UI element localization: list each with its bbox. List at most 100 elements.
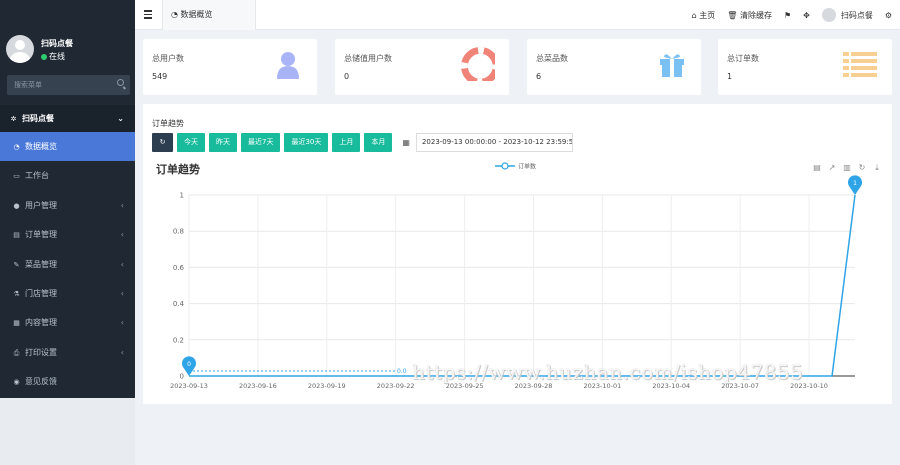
order-trend-panel: 订单趋势 ↻ 今天 昨天 最近7天 最近30天 上月 本月 ▦ 2023-09-… [143, 104, 892, 404]
home-label: 主页 [699, 10, 716, 20]
min-marker-label: 0 [187, 361, 191, 368]
home-icon: ⌂ [691, 10, 697, 20]
x-tick-label: 2023-09-22 [377, 382, 415, 390]
legend-label: 订单数 [518, 163, 536, 171]
sidebar-item-orders[interactable]: ▤ 订单管理 ‹ [0, 220, 135, 249]
tab-dashboard[interactable]: ◔ 数据概览 [162, 0, 256, 30]
sidebar-item-print[interactable]: ⎙ 打印设置 ‹ [0, 338, 135, 367]
sidebar-item-feedback[interactable]: ◉ 意见反馈 [0, 367, 135, 396]
x-tick-label: 2023-09-19 [308, 382, 346, 390]
stat-card-orders: 总订单数 1 [718, 39, 892, 95]
chevron-left-icon: ‹ [120, 288, 124, 298]
chevron-left-icon: ‹ [120, 200, 124, 210]
chevron-left-icon: ‹ [120, 318, 124, 328]
sidebar-item-label: 打印设置 [25, 347, 57, 357]
y-tick-label: 0.8 [173, 228, 184, 236]
top-navbar: ◔ 数据概览 ⌂ 主页 🗑 清除缓存 ⚑ ✥ 扫码点餐 ⚙ [135, 0, 900, 30]
sidebar-item-label: 门店管理 [25, 288, 57, 298]
user-name: 扫码点餐 [41, 39, 73, 48]
card-value: 549 [152, 72, 168, 81]
lifebuoy-icon [461, 47, 495, 81]
y-tick-label: 0.6 [173, 264, 185, 272]
sidebar-item-dishes[interactable]: ✎ 菜品管理 ‹ [0, 250, 135, 279]
user-panel: 扫码点餐 在线 [0, 0, 135, 70]
print-icon: ⎙ [13, 348, 20, 357]
card-value: 6 [536, 72, 542, 81]
sidebar-item-dashboard[interactable]: ◔ 数据概览 [0, 132, 135, 162]
avatar [821, 8, 836, 22]
order-trend-chart: 订单数10.80.60.40.202023-09-13 2023-09-16 202… [170, 162, 862, 390]
card-value: 1 [727, 72, 733, 81]
y-tick-label: 0.4 [173, 300, 185, 308]
gears-icon: ⚙ [884, 10, 892, 20]
series-line-orders [189, 194, 856, 377]
gift-icon [660, 54, 684, 77]
legend-marker [501, 162, 509, 170]
chevron-left-icon: ‹ [120, 259, 124, 269]
sidebar-footer [0, 398, 135, 465]
top-actions: ⌂ 主页 🗑 清除缓存 ⚑ ✥ 扫码点餐 ⚙ [680, 0, 892, 30]
dashboard-icon: ◔ [171, 10, 181, 19]
sidebar-item-label: 订单管理 [25, 230, 57, 240]
card-value: 0 [344, 72, 350, 81]
user-menu[interactable]: 扫码点餐 [821, 8, 873, 22]
language-icon: ⚑ [783, 10, 792, 20]
sidebar-item-label: 菜品管理 [25, 259, 57, 269]
status-dot-icon [41, 53, 47, 60]
sidebar-item-label: 数据概览 [25, 142, 57, 151]
sidebar-section-header[interactable]: ✲ 扫码点餐 ⌄ [0, 105, 135, 132]
home-link[interactable]: ⌂ 主页 [692, 10, 716, 21]
card-title: 总菜品数 [536, 54, 568, 63]
card-title: 总用户数 [152, 54, 184, 63]
language-button[interactable]: ⚑ [784, 11, 791, 20]
flask-icon: ⚗ [13, 289, 20, 298]
card-title: 总订单数 [727, 54, 759, 63]
sidebar-section-label: 扫码点餐 [22, 114, 54, 123]
x-tick-label: 2023-09-16 [239, 382, 277, 390]
fullscreen-button[interactable]: ✥ [803, 11, 810, 20]
settings-button[interactable]: ⚙ [885, 11, 892, 20]
chevron-left-icon: ‹ [120, 230, 124, 240]
sidebar-item-stores[interactable]: ⚗ 门店管理 ‹ [0, 279, 135, 308]
sidebar-item-label: 内容管理 [25, 318, 57, 328]
clear-cache-label: 清除缓存 [739, 10, 772, 20]
cubes-icon: ✲ [10, 115, 17, 123]
file-icon: ▦ [13, 319, 20, 328]
y-tick-label: 0 [180, 373, 184, 381]
stat-card-stored-value-users: 总储值用户数 0 [335, 39, 509, 95]
max-marker-label: 1 [853, 180, 857, 187]
fullscreen-icon: ✥ [803, 10, 810, 20]
avatar [6, 35, 34, 63]
sidebar-item-label: 意见反馈 [25, 377, 57, 387]
sidebar: 扫码点餐 在线 ✲ 扫码点餐 ⌄ ◔ 数据概览 ▭ 工作台 ● 用户管理 ‹ ▤ 订单管理 ‹… [0, 0, 135, 465]
sidebar-item-workbench[interactable]: ▭ 工作台 [0, 161, 135, 190]
monitor-icon: ▭ [13, 172, 20, 181]
user-status: 在线 [41, 51, 65, 62]
zoom-range-label: 0.0 [397, 368, 407, 375]
stat-card-dishes: 总菜品数 6 [527, 39, 701, 95]
trash-icon: 🗑 [727, 10, 738, 20]
chevron-down-icon: ⌄ [117, 114, 124, 123]
user-icon [277, 52, 299, 79]
stat-card-users: 总用户数 549 [143, 39, 317, 95]
menu-search-input[interactable] [7, 75, 107, 95]
status-text: 在线 [49, 52, 65, 61]
y-tick-label: 1 [180, 192, 184, 200]
list-icon [843, 52, 877, 77]
y-tick-label: 0.2 [173, 336, 184, 344]
sidebar-item-label: 工作台 [25, 171, 49, 181]
user-menu-label: 扫码点餐 [840, 10, 873, 20]
comment-icon: ◉ [13, 378, 20, 387]
clear-cache-button[interactable]: 🗑 清除缓存 [727, 10, 772, 21]
search-icon[interactable] [117, 79, 124, 86]
menu-toggle-icon[interactable] [144, 10, 152, 19]
sidebar-item-users[interactable]: ● 用户管理 ‹ [0, 191, 135, 220]
watermark: https://www.huzhan.com/ishop47855 [412, 360, 804, 384]
pen-icon: ✎ [13, 260, 20, 269]
tab-label: 数据概览 [180, 10, 213, 19]
sidebar-item-content[interactable]: ▦ 内容管理 ‹ [0, 308, 135, 337]
x-tick-label: 2023-09-13 [170, 382, 208, 390]
card-title: 总储值用户数 [344, 54, 392, 63]
list-icon: ▤ [13, 231, 20, 240]
sidebar-item-label: 用户管理 [25, 200, 57, 210]
